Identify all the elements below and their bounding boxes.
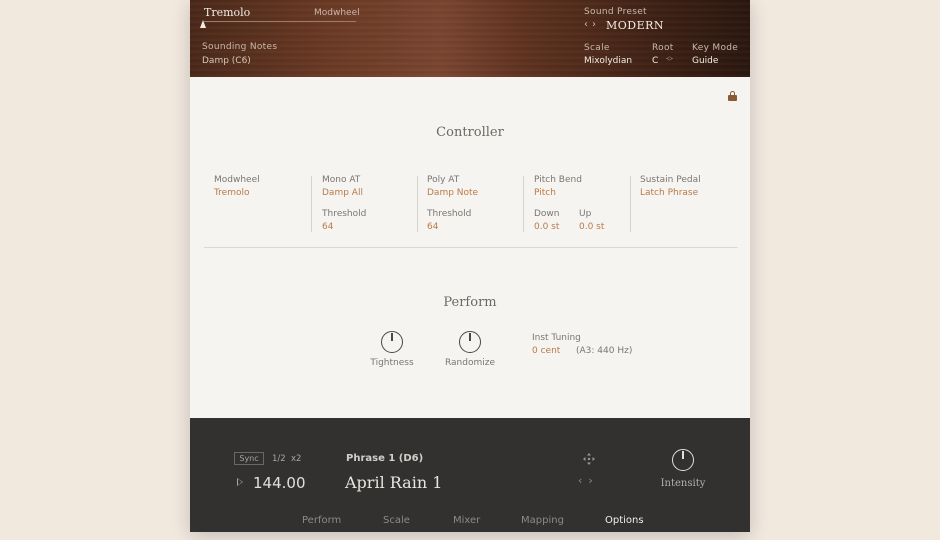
inst-tuning-reference: (A3: 440 Hz)	[576, 346, 633, 356]
root-stepper-icon[interactable]: ︿ ﹀	[666, 53, 673, 66]
phrase-next-icon[interactable]: ›	[588, 474, 598, 487]
preset-nav-arrows: ‹›	[584, 19, 600, 30]
phrase-label: Phrase 1 (D6)	[346, 453, 424, 464]
instrument-panel: Tremolo Modwheel Sounding Notes Damp (C6…	[190, 0, 750, 532]
tab-mixer[interactable]: Mixer	[453, 515, 480, 526]
move-icon[interactable]	[583, 453, 595, 465]
pitch-down-value[interactable]: 0.0 st	[534, 222, 559, 232]
modwheel-target-label: Tremolo	[204, 6, 251, 19]
controller-title: Controller	[436, 125, 504, 140]
sync-button[interactable]: Sync	[234, 452, 264, 465]
controller-label: Pitch Bend	[534, 175, 582, 185]
tab-options[interactable]: Options	[605, 515, 644, 526]
randomize-knob[interactable]	[459, 331, 481, 353]
threshold-value[interactable]: 64	[427, 222, 438, 232]
controller-label: Sustain Pedal	[640, 175, 701, 185]
controller-label: Poly AT	[427, 175, 460, 185]
tab-scale[interactable]: Scale	[383, 515, 410, 526]
root-value[interactable]: C	[652, 56, 658, 66]
double-tempo-button[interactable]: x2	[291, 454, 301, 464]
key-mode-value[interactable]: Guide	[692, 56, 718, 66]
transport-footer: Sync 1/2 x2 144.00 Phrase 1 (D6) April R…	[190, 418, 750, 532]
sound-preset-label: Sound Preset	[584, 7, 647, 17]
column-divider	[630, 176, 631, 232]
section-divider	[204, 247, 738, 248]
perform-title: Perform	[443, 295, 497, 310]
intensity-knob[interactable]	[672, 449, 694, 471]
phrase-name[interactable]: April Rain 1	[345, 473, 442, 492]
scale-value[interactable]: Mixolydian	[584, 56, 632, 66]
tab-mapping[interactable]: Mapping	[521, 515, 564, 526]
randomize-label: Randomize	[444, 358, 496, 368]
play-icon[interactable]	[237, 478, 243, 486]
tab-perform[interactable]: Perform	[302, 515, 341, 526]
tightness-knob[interactable]	[381, 331, 403, 353]
controller-value[interactable]: Tremolo	[214, 188, 250, 198]
controller-value[interactable]: Damp Note	[427, 188, 478, 198]
threshold-value[interactable]: 64	[322, 222, 333, 232]
sound-preset-value[interactable]: MODERN	[606, 19, 664, 32]
pitch-up-value[interactable]: 0.0 st	[579, 222, 604, 232]
preset-prev-icon[interactable]: ‹	[584, 19, 592, 30]
phrase-nav-arrows: ‹›	[578, 474, 599, 487]
controller-value[interactable]: Latch Phrase	[640, 188, 698, 198]
inst-tuning-value[interactable]: 0 cent	[532, 346, 560, 356]
intensity-label: Intensity	[660, 478, 706, 489]
key-mode-label: Key Mode	[692, 43, 739, 53]
threshold-label: Threshold	[427, 209, 472, 219]
phrase-prev-icon[interactable]: ‹	[578, 474, 588, 487]
header-bar: Tremolo Modwheel Sounding Notes Damp (C6…	[190, 0, 750, 77]
modwheel-slider-track[interactable]	[204, 21, 356, 22]
column-divider	[311, 176, 312, 232]
preset-next-icon[interactable]: ›	[592, 19, 600, 30]
tightness-label: Tightness	[370, 358, 414, 368]
lock-icon[interactable]	[728, 91, 737, 101]
controller-value[interactable]: Damp All	[322, 188, 363, 198]
inst-tuning-label: Inst Tuning	[532, 333, 581, 343]
modwheel-label: Modwheel	[314, 8, 360, 18]
sounding-notes-value: Damp (C6)	[202, 56, 251, 66]
column-divider	[523, 176, 524, 232]
scale-label: Scale	[584, 43, 610, 53]
controller-value[interactable]: Pitch	[534, 188, 556, 198]
threshold-label: Threshold	[322, 209, 367, 219]
half-tempo-button[interactable]: 1/2	[272, 454, 286, 464]
column-divider	[417, 176, 418, 232]
pitch-down-label: Down	[534, 209, 560, 219]
controller-label: Mono AT	[322, 175, 361, 185]
pitch-up-label: Up	[579, 209, 592, 219]
modwheel-slider-thumb[interactable]	[200, 20, 206, 28]
controller-label: Modwheel	[214, 175, 260, 185]
sounding-notes-label: Sounding Notes	[202, 42, 278, 52]
tempo-value[interactable]: 144.00	[253, 474, 306, 492]
